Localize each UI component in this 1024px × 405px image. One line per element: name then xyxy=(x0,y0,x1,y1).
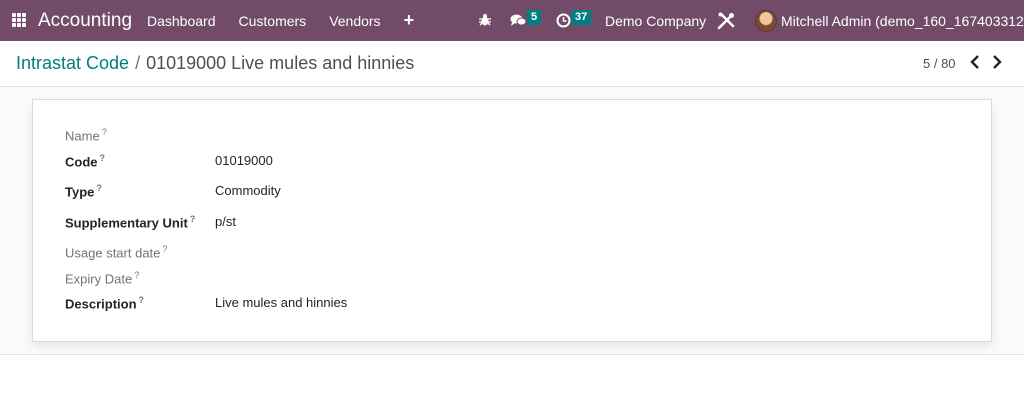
help-icon[interactable]: ? xyxy=(102,127,107,137)
menu-vendors[interactable]: Vendors xyxy=(329,13,380,29)
help-icon[interactable]: ? xyxy=(162,244,167,254)
app-title[interactable]: Accounting xyxy=(38,10,132,32)
breadcrumb-separator: / xyxy=(135,53,141,73)
messages-icon[interactable] xyxy=(510,13,527,28)
breadcrumb-current: 01019000 Live mules and hinnies xyxy=(146,53,415,73)
pager-value[interactable]: 5 / 80 xyxy=(923,56,956,71)
apps-menu-icon[interactable] xyxy=(12,13,26,27)
activities-count-badge: 37 xyxy=(571,10,592,25)
field-value-description[interactable]: Live mules and hinnies xyxy=(215,295,347,310)
help-icon[interactable]: ? xyxy=(134,270,139,280)
user-avatar[interactable] xyxy=(755,10,777,32)
main-menu: Dashboard Customers Vendors + xyxy=(147,0,437,41)
activities-clock-icon[interactable] xyxy=(556,13,571,28)
breadcrumb: Intrastat Code / 01019000 Live mules and… xyxy=(16,53,414,74)
menu-dashboard[interactable]: Dashboard xyxy=(147,13,216,29)
user-menu[interactable]: Mitchell Admin (demo_160_1674033122) xyxy=(781,13,1024,29)
company-switcher[interactable]: Demo Company xyxy=(605,13,706,29)
field-value-code[interactable]: 01019000 xyxy=(215,153,273,168)
pager-next-icon[interactable] xyxy=(990,54,1004,70)
help-icon[interactable]: ? xyxy=(139,295,145,305)
field-value-supplementary-unit[interactable]: p/st xyxy=(215,214,236,229)
field-label-name: Name? xyxy=(65,127,107,144)
menu-customers[interactable]: Customers xyxy=(239,13,307,29)
field-label-expiry-date: Expiry Date? xyxy=(65,270,140,287)
field-label-usage-start-date: Usage start date? xyxy=(65,244,168,261)
help-icon[interactable]: ? xyxy=(190,214,196,224)
field-label-description: Description? xyxy=(65,295,145,312)
breadcrumb-parent-link[interactable]: Intrastat Code xyxy=(16,53,129,74)
pager-previous-icon[interactable] xyxy=(968,54,982,70)
messages-count-badge: 5 xyxy=(527,10,542,25)
top-navbar: Accounting Dashboard Customers Vendors +… xyxy=(0,0,1024,41)
field-label-type: Type? xyxy=(65,183,102,200)
debug-bug-icon[interactable] xyxy=(478,13,492,27)
control-panel: Intrastat Code / 01019000 Live mules and… xyxy=(0,41,1024,87)
settings-tools-icon[interactable] xyxy=(716,11,736,31)
field-label-supplementary-unit: Supplementary Unit? xyxy=(65,214,196,231)
help-icon[interactable]: ? xyxy=(100,153,106,163)
add-menu-button[interactable]: + xyxy=(404,10,415,31)
help-icon[interactable]: ? xyxy=(96,183,102,193)
field-label-code: Code? xyxy=(65,153,106,170)
field-value-type[interactable]: Commodity xyxy=(215,183,281,198)
